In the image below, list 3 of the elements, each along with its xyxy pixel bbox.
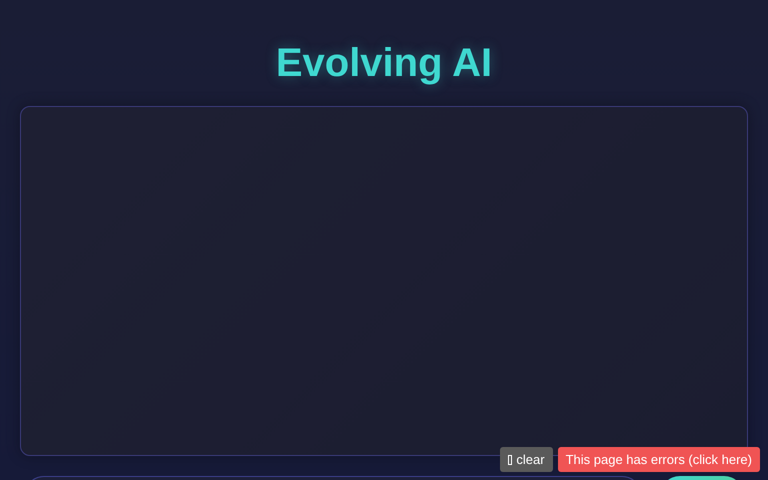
page-title: Evolving AI <box>276 40 492 86</box>
clear-button[interactable]: clear <box>500 447 553 472</box>
missing-glyph-icon <box>508 454 512 464</box>
